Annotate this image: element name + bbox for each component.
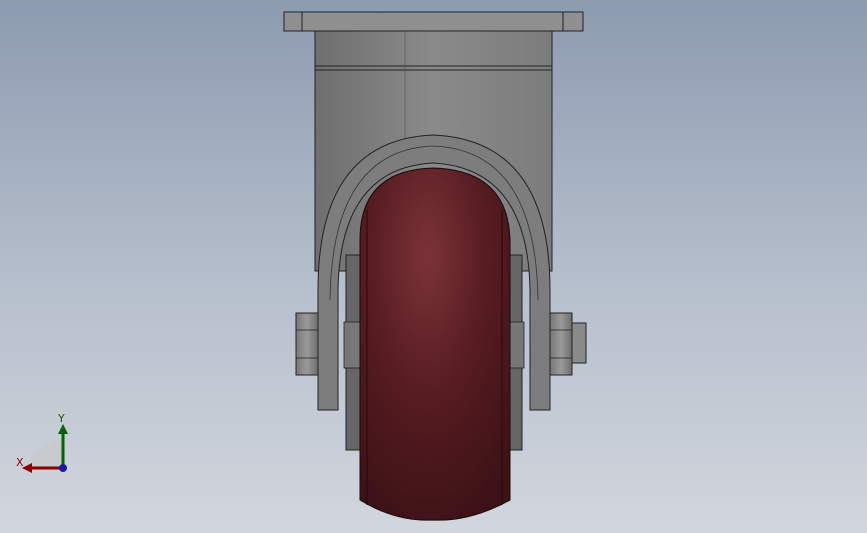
y-axis-arrow: [58, 424, 68, 434]
wheel-tread: [359, 167, 511, 521]
caster-wheel-model[interactable]: [0, 0, 867, 533]
x-axis-label: X: [16, 456, 24, 469]
triad-plane-shape: [30, 440, 62, 468]
top-plate: [283, 11, 584, 32]
coordinate-triad: [22, 424, 68, 473]
axle-bolt-right: [549, 312, 587, 376]
graphics-viewport[interactable]: Y X: [0, 0, 867, 533]
axle-bolt-left: [295, 312, 319, 376]
origin-dot: [59, 464, 67, 472]
y-axis-label: Y: [58, 412, 65, 425]
